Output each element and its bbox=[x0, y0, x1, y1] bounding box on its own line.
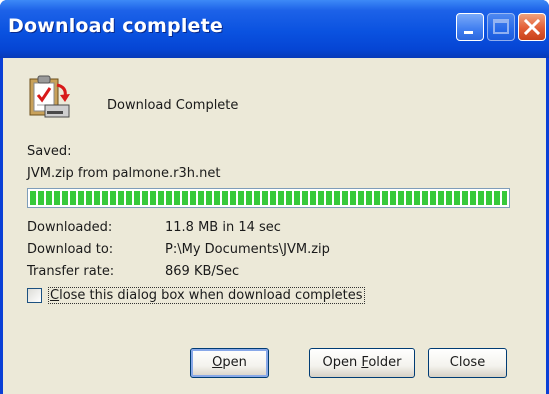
close-on-complete-checkbox[interactable] bbox=[27, 288, 42, 303]
title-bar[interactable]: Download complete bbox=[0, 0, 549, 58]
download-complete-window: Download complete Download Complete Save… bbox=[0, 0, 549, 394]
open-folder-text: older bbox=[368, 355, 402, 370]
dialog-body: Download Complete Saved: JVM.zip from pa… bbox=[3, 58, 546, 394]
progress-fill bbox=[30, 191, 507, 205]
download-to-label: Download to: bbox=[27, 242, 114, 257]
transfer-rate-label: Transfer rate: bbox=[27, 264, 115, 279]
minimize-button[interactable] bbox=[456, 13, 484, 41]
maximize-icon bbox=[493, 19, 509, 34]
maximize-button[interactable] bbox=[487, 13, 515, 41]
open-button-text: pen bbox=[222, 355, 247, 370]
download-to-value: P:\My Documents\JVM.zip bbox=[165, 242, 330, 257]
open-button-mnemonic: O bbox=[212, 355, 223, 370]
window-title: Download complete bbox=[8, 15, 223, 37]
close-on-complete-mnemonic: C bbox=[50, 288, 60, 303]
saved-label: Saved: bbox=[27, 144, 72, 159]
close-button[interactable]: Close bbox=[428, 348, 507, 378]
close-on-complete-text: lose this dialog box when download compl… bbox=[59, 288, 363, 303]
saved-file-source: JVM.zip from palmone.r3h.net bbox=[27, 166, 221, 181]
dialog-heading: Download Complete bbox=[107, 98, 239, 113]
minimize-icon bbox=[464, 31, 473, 34]
download-progress-bar bbox=[27, 188, 510, 208]
close-icon bbox=[523, 18, 541, 36]
download-complete-icon bbox=[29, 75, 70, 118]
downloaded-value: 11.8 MB in 14 sec bbox=[165, 220, 281, 235]
open-folder-prefix: Open bbox=[322, 355, 362, 370]
open-button[interactable]: Open bbox=[190, 348, 269, 378]
open-folder-button[interactable]: Open Folder bbox=[309, 348, 415, 378]
downloaded-label: Downloaded: bbox=[27, 220, 113, 235]
close-window-button[interactable] bbox=[518, 13, 546, 41]
close-on-complete-label[interactable]: Close this dialog box when download comp… bbox=[48, 287, 365, 304]
transfer-rate-value: 869 KB/Sec bbox=[165, 264, 240, 279]
